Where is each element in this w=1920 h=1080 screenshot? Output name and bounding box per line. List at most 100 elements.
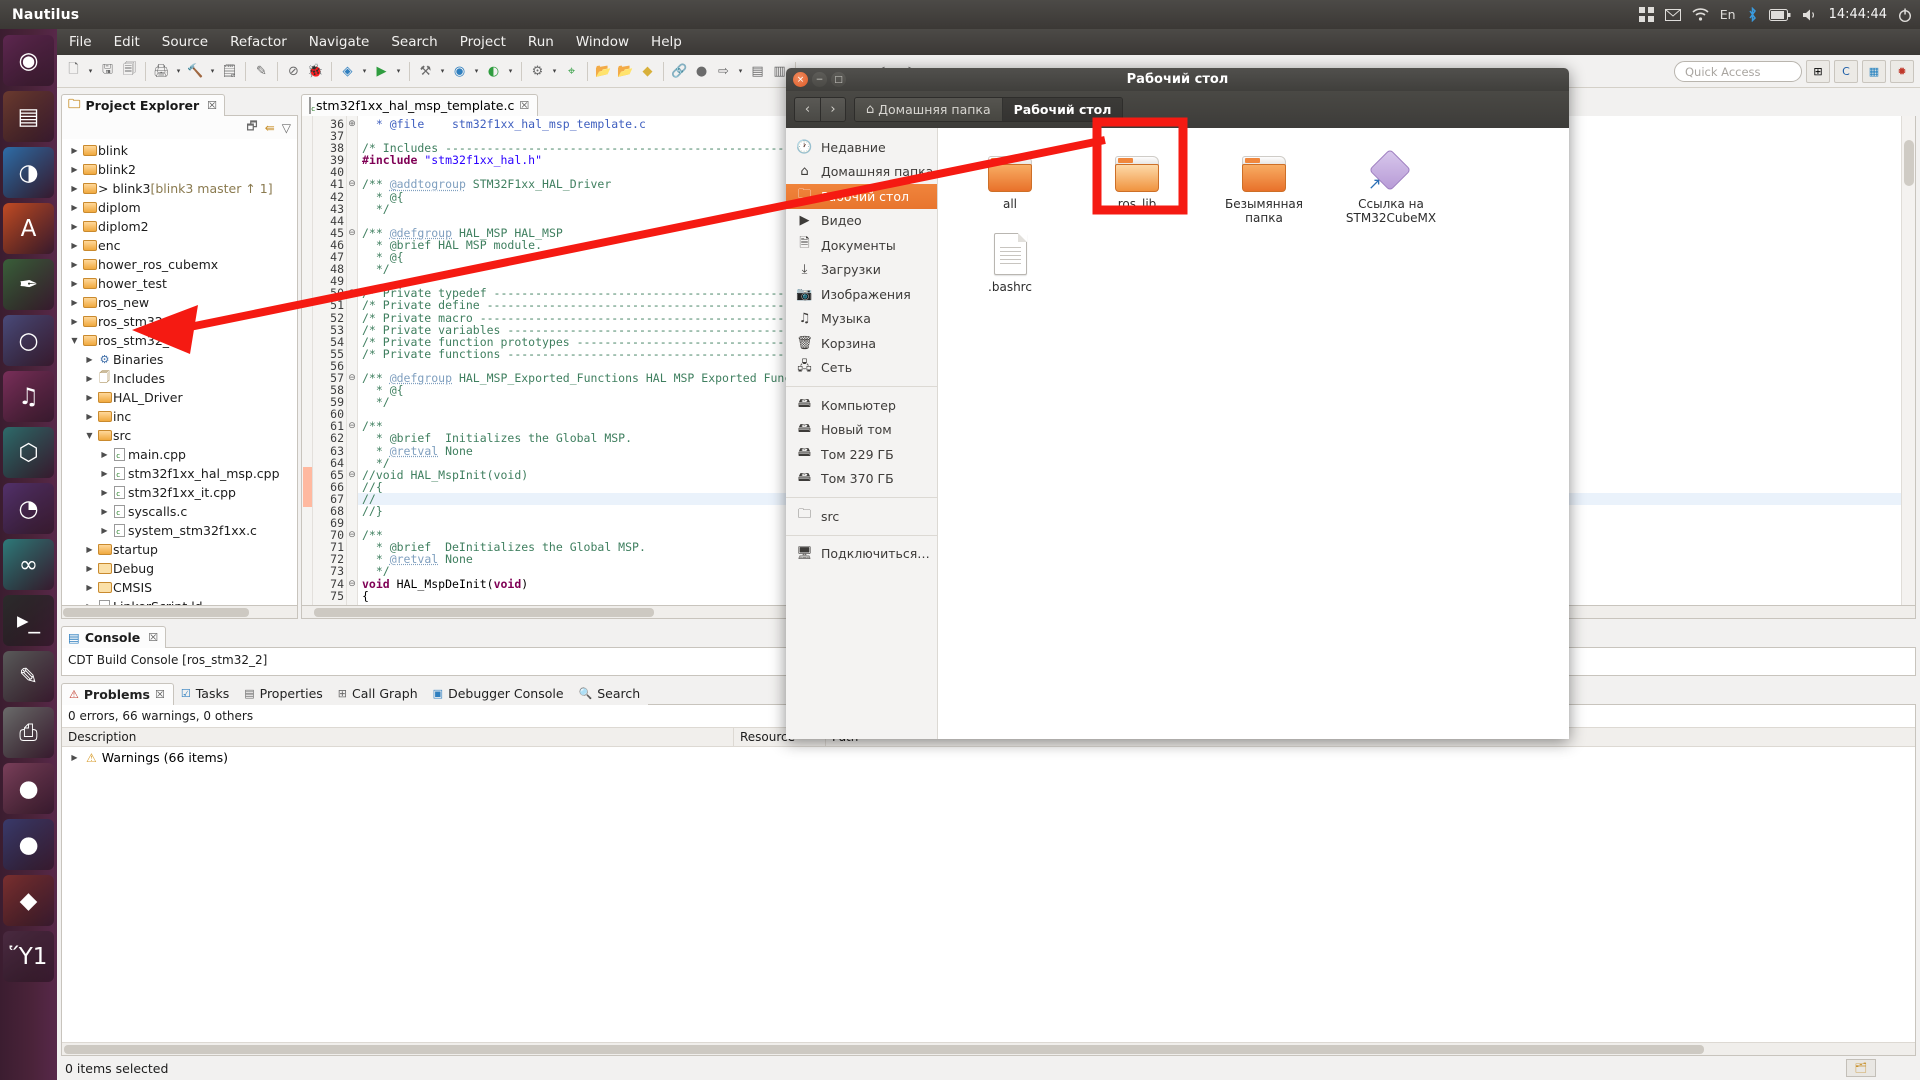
twisty-icon[interactable]: ▶ xyxy=(68,184,81,193)
open-folder-icon[interactable]: 📂 xyxy=(593,61,614,82)
launcher-item-files-nautilus[interactable]: ▤ xyxy=(3,91,54,142)
launcher-item-chromium[interactable]: ○ xyxy=(3,315,54,366)
nautilus-file-grid[interactable]: all ros_lib Безымянная папка ↗ Ссылка на STM… xyxy=(938,128,1569,739)
launcher-item-printer[interactable]: ⎙ xyxy=(3,707,54,758)
save-all-icon[interactable]: 🗐 xyxy=(119,61,140,82)
close-icon[interactable]: ☒ xyxy=(207,99,217,112)
tab-problems[interactable]: ⚠ Problems ☒ xyxy=(61,683,174,705)
fold-toggle-icon[interactable]: ⊖ xyxy=(347,469,357,481)
collapse-all-icon[interactable]: 🗗 xyxy=(246,117,257,138)
link-with-editor-icon[interactable]: ⇚ xyxy=(265,121,275,135)
sidebar-item-8[interactable]: 🗑 Корзина xyxy=(786,331,937,356)
fold-toggle-icon[interactable] xyxy=(347,590,357,602)
launcher-item-blender[interactable]: ◔ xyxy=(3,483,54,534)
search-icon[interactable]: ⌖ xyxy=(561,61,582,82)
new-icon[interactable]: 🗋 xyxy=(63,61,84,82)
fold-toggle-icon[interactable] xyxy=(347,481,357,493)
tab-project-explorer[interactable]: 🗀 Project Explorer ☒ xyxy=(61,94,226,116)
twisty-icon[interactable]: ▶ xyxy=(83,393,96,402)
sidebar-item-1[interactable]: ⌂ Домашняя папка xyxy=(786,160,937,185)
quick-access-field[interactable]: Quick Access xyxy=(1674,61,1802,82)
tab-properties[interactable]: ▤ Properties xyxy=(237,683,331,705)
launcher-item-terminal[interactable]: ▸_ xyxy=(3,595,54,646)
tree-node[interactable]: ▶ main.cpp xyxy=(62,445,297,464)
editor-folding-ruler[interactable]: ⊕ ⊖ ⊖ ⊖ ⊖ ⊖ ⊖ ⊖ ⊖ xyxy=(347,116,358,605)
launcher-item-ubuntu-dash[interactable]: ◉ xyxy=(3,35,54,86)
close-icon[interactable]: ☒ xyxy=(155,688,165,701)
sidebar-item-11[interactable]: 🖴 Новый том xyxy=(786,418,937,443)
fold-toggle-icon[interactable] xyxy=(347,215,357,227)
twisty-icon[interactable]: ▶ xyxy=(83,564,96,573)
problems-hscrollbar[interactable] xyxy=(62,1042,1915,1055)
tree-node[interactable]: ▶ system_stm32f1xx.c xyxy=(62,521,297,540)
back-button[interactable]: ‹ xyxy=(794,97,820,122)
tree-node[interactable]: ▶ blink xyxy=(62,141,297,160)
file-item-2[interactable]: Безымянная папка xyxy=(1214,142,1314,225)
twisty-icon[interactable]: ▶ xyxy=(68,222,81,231)
fold-toggle-icon[interactable] xyxy=(347,505,357,517)
launcher-item-eclipse[interactable]: ◆ xyxy=(3,875,54,926)
toggle-block-icon[interactable]: ▤ xyxy=(747,61,768,82)
open-type-icon[interactable]: ◆ xyxy=(637,61,658,82)
twisty-icon[interactable]: ▶ xyxy=(68,317,81,326)
project-explorer-hscrollbar[interactable] xyxy=(61,606,298,619)
twisty-icon[interactable]: ▶ xyxy=(98,488,111,497)
menu-file[interactable]: File xyxy=(69,34,92,50)
fold-toggle-icon[interactable] xyxy=(347,203,357,215)
fold-toggle-icon[interactable] xyxy=(347,517,357,529)
tab-tasks[interactable]: ☑ Tasks xyxy=(174,683,237,705)
editor-annotation-ruler[interactable] xyxy=(302,116,313,605)
open-folder2-icon[interactable]: 📂 xyxy=(615,61,636,82)
bug-icon[interactable]: 🐞 xyxy=(305,61,326,82)
sidebar-item-4[interactable]: 🗎 Документы xyxy=(786,233,937,258)
twisty-icon[interactable]: ▶ xyxy=(68,203,81,212)
twisty-icon[interactable]: ▶ xyxy=(68,279,81,288)
perspective-git-button[interactable]: ✹ xyxy=(1890,60,1914,83)
refactor-dropdown-icon[interactable]: ▾ xyxy=(549,61,560,82)
tree-node[interactable]: ▶LinkerScript.ld xyxy=(62,597,297,605)
menu-search[interactable]: Search xyxy=(391,34,437,50)
sidebar-item-14[interactable]: 🗀 src xyxy=(786,504,937,529)
twisty-icon[interactable]: ▶ xyxy=(98,469,111,478)
tree-node[interactable]: ▶ startup xyxy=(62,540,297,559)
column-header-description[interactable]: Description xyxy=(62,728,734,746)
fold-toggle-icon[interactable] xyxy=(347,432,357,444)
tab-search[interactable]: 🔍 Search xyxy=(572,683,649,705)
twisty-icon[interactable]: ▶ xyxy=(98,526,111,535)
fold-toggle-icon[interactable] xyxy=(347,154,357,166)
sidebar-item-5[interactable]: ⤓ Загрузки xyxy=(786,258,937,283)
twisty-icon[interactable]: ▶ xyxy=(68,298,81,307)
fold-toggle-icon[interactable] xyxy=(347,239,357,251)
power-icon[interactable] xyxy=(1898,8,1912,22)
fold-toggle-icon[interactable] xyxy=(347,396,357,408)
pencil-icon[interactable]: ✎ xyxy=(251,61,272,82)
breadcrumb-item-0[interactable]: ⌂ Домашняя папка xyxy=(855,98,1003,121)
fold-toggle-icon[interactable]: ⊖ xyxy=(347,420,357,432)
fold-toggle-icon[interactable] xyxy=(347,275,357,287)
fold-toggle-icon[interactable] xyxy=(347,263,357,275)
save-icon[interactable]: 🖫 xyxy=(97,61,118,82)
profile-icon[interactable]: ◐ xyxy=(483,61,504,82)
launcher-item-firefox[interactable]: ◑ xyxy=(3,147,54,198)
fold-toggle-icon[interactable] xyxy=(347,553,357,565)
tree-node[interactable]: ▶ enc xyxy=(62,236,297,255)
tree-node[interactable]: ▶ stm32f1xx_it.cpp xyxy=(62,483,297,502)
sidebar-item-13[interactable]: 🖴 Том 370 ГБ xyxy=(786,467,937,492)
tree-node[interactable]: ▼ src xyxy=(62,426,297,445)
tree-node[interactable]: ▶ CMSIS xyxy=(62,578,297,597)
fold-toggle-icon[interactable] xyxy=(347,384,357,396)
menu-project[interactable]: Project xyxy=(460,34,506,50)
twisty-icon[interactable]: ▶ xyxy=(98,507,111,516)
keyboard-layout-indicator[interactable]: En xyxy=(1720,7,1736,22)
project-explorer-tree[interactable]: ▶ blink ▶ blink2 ▶ > blink3 [blink3 master ↑ … xyxy=(61,139,298,606)
new-dropdown-icon[interactable]: ▾ xyxy=(85,61,96,82)
fold-toggle-icon[interactable]: ⊕ xyxy=(347,118,357,130)
fold-toggle-icon[interactable] xyxy=(347,541,357,553)
menu-navigate[interactable]: Navigate xyxy=(309,34,370,50)
file-item-3[interactable]: ↗ Ссылка на STM32CubeMX xyxy=(1341,142,1441,225)
tab-call-graph[interactable]: ⊞ Call Graph xyxy=(331,683,426,705)
launcher-item-text-editor[interactable]: ✎ xyxy=(3,651,54,702)
fold-toggle-icon[interactable] xyxy=(347,493,357,505)
marker-icon[interactable]: ● xyxy=(691,61,712,82)
fold-toggle-icon[interactable] xyxy=(347,360,357,372)
